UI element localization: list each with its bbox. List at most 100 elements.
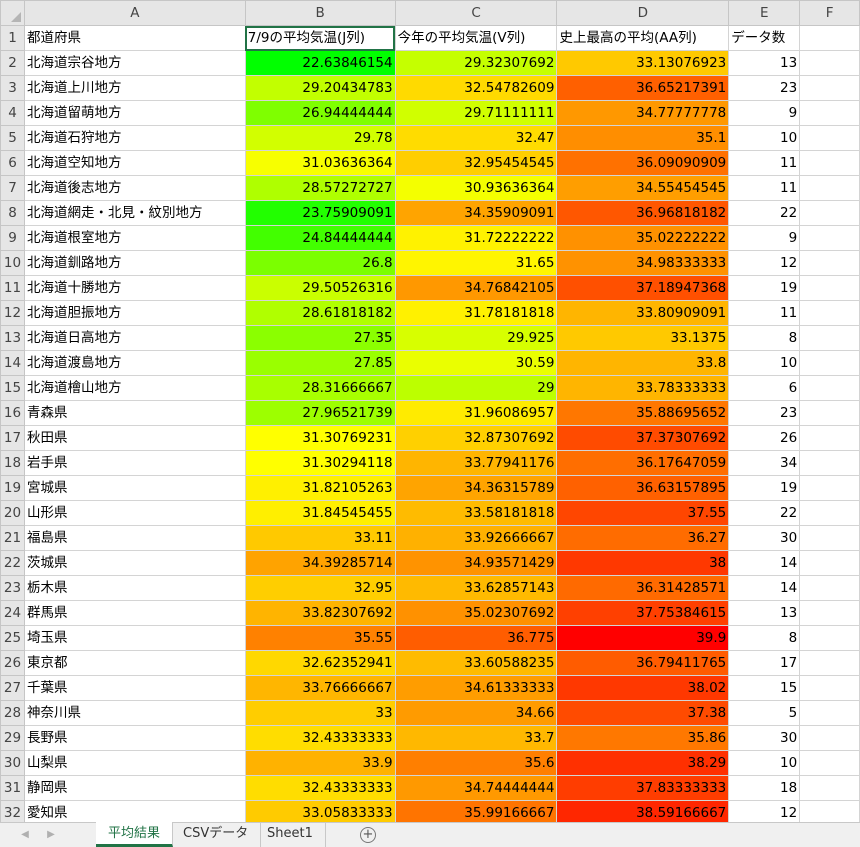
cell-e[interactable]: 11 xyxy=(728,175,801,201)
cell-e[interactable]: 9 xyxy=(728,100,801,126)
cell-c[interactable]: 34.66 xyxy=(394,700,558,726)
cell-a[interactable]: 神奈川県 xyxy=(23,700,246,726)
cell-a[interactable]: 栃木県 xyxy=(23,575,246,601)
cell-f[interactable] xyxy=(799,600,860,626)
cell-b[interactable]: 33 xyxy=(244,700,396,726)
cell-a[interactable]: 埼玉県 xyxy=(23,625,246,651)
cell-d[interactable]: 33.78333333 xyxy=(556,375,730,401)
cell-c[interactable]: 31.96086957 xyxy=(394,400,558,426)
cell-d[interactable]: 36.17647059 xyxy=(556,450,730,476)
cell-f[interactable] xyxy=(799,750,860,776)
cell-f[interactable] xyxy=(799,475,860,501)
cell-d[interactable]: 36.09090909 xyxy=(556,150,730,176)
cell-b[interactable]: 28.31666667 xyxy=(244,375,396,401)
column-header-f[interactable]: F xyxy=(799,0,860,26)
cell-b[interactable]: 31.82105263 xyxy=(244,475,396,501)
cell-d[interactable]: 37.55 xyxy=(556,500,730,526)
row-header[interactable]: 30 xyxy=(0,750,25,776)
cell-a[interactable]: 愛知県 xyxy=(23,800,246,822)
row-header[interactable]: 3 xyxy=(0,75,25,101)
cell-c[interactable]: 29.71111111 xyxy=(394,100,558,126)
cell-e[interactable]: 14 xyxy=(728,550,801,576)
cell-c[interactable]: 29 xyxy=(394,375,558,401)
cell-a[interactable]: 北海道空知地方 xyxy=(23,150,246,176)
row-header[interactable]: 5 xyxy=(0,125,25,151)
cell-b[interactable]: 29.20434783 xyxy=(244,75,396,101)
cell-e[interactable]: 6 xyxy=(728,375,801,401)
cell-c[interactable]: 34.93571429 xyxy=(394,550,558,576)
cell-b[interactable]: 32.95 xyxy=(244,575,396,601)
cell-e[interactable]: 23 xyxy=(728,400,801,426)
cell-f[interactable] xyxy=(799,150,860,176)
cell-e[interactable]: 9 xyxy=(728,225,801,251)
cell-b[interactable]: 35.55 xyxy=(244,625,396,651)
cell-c[interactable]: 35.6 xyxy=(394,750,558,776)
cell-d[interactable]: 36.79411765 xyxy=(556,650,730,676)
cell-a[interactable]: 山梨県 xyxy=(23,750,246,776)
cell-e[interactable]: 14 xyxy=(728,575,801,601)
cell-b[interactable]: 22.63846154 xyxy=(244,50,396,76)
cell-d[interactable]: 35.86 xyxy=(556,725,730,751)
cell-c[interactable]: 32.47 xyxy=(394,125,558,151)
cell-f[interactable] xyxy=(799,125,860,151)
row-header[interactable]: 29 xyxy=(0,725,25,751)
row-header[interactable]: 2 xyxy=(0,50,25,76)
cell-b[interactable]: 33.05833333 xyxy=(244,800,396,822)
cell-d[interactable]: 34.77777778 xyxy=(556,100,730,126)
cell-a[interactable]: 宮城県 xyxy=(23,475,246,501)
row-header[interactable]: 14 xyxy=(0,350,25,376)
cell-b[interactable]: 32.43333333 xyxy=(244,725,396,751)
column-header-c[interactable]: C xyxy=(394,0,558,26)
caret-right-icon[interactable]: ▶ xyxy=(44,827,58,843)
cell-c[interactable]: 33.62857143 xyxy=(394,575,558,601)
cell-b[interactable]: 32.62352941 xyxy=(244,650,396,676)
cell-f[interactable] xyxy=(799,725,860,751)
cell-e[interactable]: 8 xyxy=(728,625,801,651)
cell-d[interactable]: 34.55454545 xyxy=(556,175,730,201)
cell-c[interactable]: 33.60588235 xyxy=(394,650,558,676)
row-header[interactable]: 15 xyxy=(0,375,25,401)
cell-a[interactable]: 岩手県 xyxy=(23,450,246,476)
cell-a[interactable]: 茨城県 xyxy=(23,550,246,576)
cell-f[interactable] xyxy=(799,225,860,251)
cell-e[interactable]: 11 xyxy=(728,150,801,176)
cell-c[interactable]: 31.65 xyxy=(394,250,558,276)
cell-e[interactable]: 30 xyxy=(728,525,801,551)
cell-e[interactable]: 22 xyxy=(728,200,801,226)
cell-b[interactable]: 27.35 xyxy=(244,325,396,351)
cell-c[interactable]: 32.87307692 xyxy=(394,425,558,451)
cell-f[interactable] xyxy=(799,300,860,326)
cell-e[interactable]: 10 xyxy=(728,750,801,776)
cell-d[interactable]: 35.1 xyxy=(556,125,730,151)
cell-c[interactable]: 30.93636364 xyxy=(394,175,558,201)
cell-d[interactable]: 35.88695652 xyxy=(556,400,730,426)
cell-b[interactable]: 33.9 xyxy=(244,750,396,776)
cell-d[interactable]: 36.27 xyxy=(556,525,730,551)
cell-b[interactable]: 26.94444444 xyxy=(244,100,396,126)
cell-d[interactable]: 38.29 xyxy=(556,750,730,776)
column-header-a[interactable]: A xyxy=(23,0,246,26)
row-header[interactable]: 11 xyxy=(0,275,25,301)
cell-f[interactable] xyxy=(799,650,860,676)
cell-f[interactable] xyxy=(799,175,860,201)
row-header[interactable]: 28 xyxy=(0,700,25,726)
cell-f[interactable] xyxy=(799,100,860,126)
cell-b[interactable]: 31.03636364 xyxy=(244,150,396,176)
cell-c[interactable]: 31.72222222 xyxy=(394,225,558,251)
row-header[interactable]: 32 xyxy=(0,800,25,822)
cell-e[interactable]: 13 xyxy=(728,50,801,76)
row-header[interactable]: 24 xyxy=(0,600,25,626)
cell-f[interactable] xyxy=(799,550,860,576)
cell-a[interactable]: 北海道根室地方 xyxy=(23,225,246,251)
cell-f[interactable] xyxy=(799,250,860,276)
cell-e[interactable]: 34 xyxy=(728,450,801,476)
cell-b[interactable]: 29.50526316 xyxy=(244,275,396,301)
cell-c[interactable]: 29.32307692 xyxy=(394,50,558,76)
cell-d[interactable]: 36.31428571 xyxy=(556,575,730,601)
caret-left-icon[interactable]: ◀ xyxy=(18,827,32,843)
sheet-tab-csv[interactable]: CSVデータ xyxy=(171,822,262,847)
cell-a[interactable]: 北海道石狩地方 xyxy=(23,125,246,151)
cell-c[interactable]: 35.99166667 xyxy=(394,800,558,822)
cell-d[interactable]: 38.02 xyxy=(556,675,730,701)
cell-b[interactable]: 28.57272727 xyxy=(244,175,396,201)
